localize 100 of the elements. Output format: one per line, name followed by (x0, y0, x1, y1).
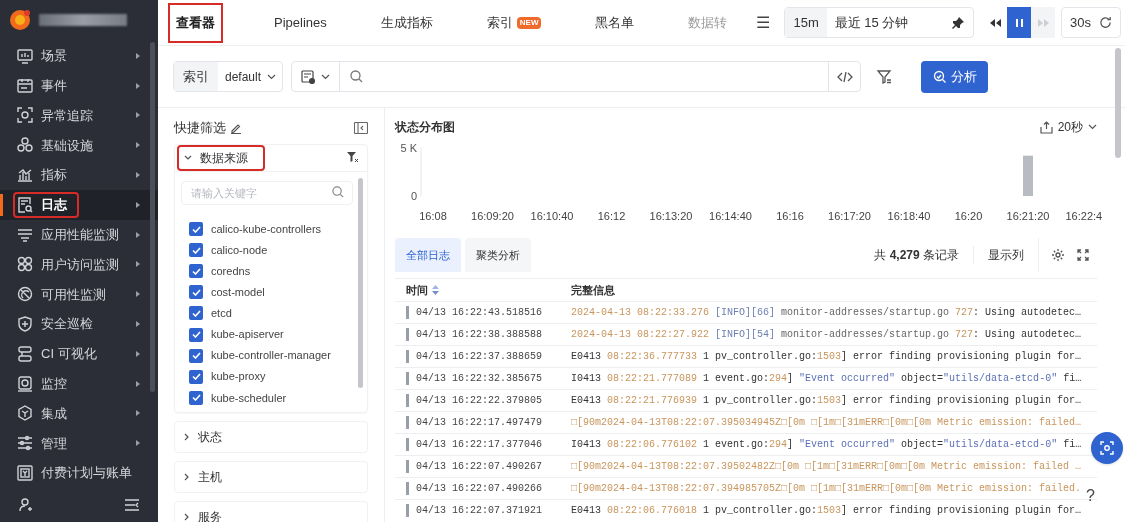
sidebar-item[interactable]: 应用性能监测 (0, 219, 158, 250)
axis-tick-label: 16:12 (597, 210, 626, 222)
checkbox[interactable] (189, 348, 203, 363)
sidebar-item[interactable]: 基础设施 (0, 130, 158, 161)
sidebar-item[interactable]: 安全巡检 (0, 309, 158, 339)
chart-title: 状态分布图 (395, 119, 455, 136)
sidebar-item[interactable]: 集成 (0, 398, 158, 429)
pause-button[interactable] (1007, 7, 1032, 38)
checkbox[interactable] (189, 327, 203, 342)
sidebar-item[interactable]: 场景 (0, 41, 158, 71)
search-field[interactable] (291, 61, 862, 92)
index-label: 索引 (174, 62, 218, 91)
checkbox[interactable] (189, 390, 203, 405)
sidebar-item[interactable]: 管理 (0, 428, 158, 459)
level-indicator (406, 504, 409, 517)
table-cell-text: E0413 08:22:21.776939 1 pv_controller.go:1503] error finding provisioning plugin for… (571, 394, 1082, 408)
table-cell-text: □[90m2024-04-13T08:22:07.39502482Z□[0m □[1m□[31mERR□[0m□[0m Metric emission: failed … (571, 460, 1082, 474)
table-cell-text: 04/13 16:22:07.490266 (416, 482, 544, 496)
tab[interactable]: 黑名单 (587, 0, 643, 45)
scrollbar[interactable] (1115, 48, 1121, 158)
axis-tick-label: 16:16 (776, 210, 804, 222)
calendar-icon (17, 77, 33, 94)
checkbox-label: coredns (211, 264, 251, 279)
checkbox[interactable] (189, 222, 203, 237)
sidebar-item[interactable]: 可用性监测 (0, 279, 158, 310)
filter-group-header[interactable]: 数据来源 (175, 144, 367, 171)
checkbox[interactable] (189, 306, 203, 321)
table-cell-text: I0413 08:22:06.776102 1 event.go:294] "Event occurred" object="utils/data-etcd-0" fi… (571, 438, 1082, 452)
columns-button[interactable]: 显示列 (974, 238, 1039, 272)
logo-icon (9, 9, 31, 31)
sidebar-item[interactable]: 事件 (0, 70, 158, 101)
axis-tick-label: 16:20 (954, 210, 983, 222)
sidebar-item[interactable]: 日志 (0, 190, 158, 220)
fullscreen-icon[interactable] (1077, 249, 1089, 261)
table-cell-text: I0413 08:22:21.777089 1 event.go:294] "Event occurred" object="utils/data-etcd-0" fi… (571, 372, 1082, 386)
refresh-interval: 30s (1070, 13, 1091, 32)
scan-icon (17, 107, 33, 124)
tab[interactable]: 聚类分析 (465, 238, 531, 272)
interval-dropdown[interactable]: 20秒 (1039, 118, 1097, 136)
record-count: 共 4,279 条记录 (874, 246, 974, 264)
analyze-button[interactable]: 分析 (921, 60, 989, 93)
sort-icon[interactable] (432, 285, 439, 295)
floating-action-button[interactable] (1091, 432, 1123, 464)
tab[interactable]: 查看器 (168, 0, 223, 45)
document-icon[interactable] (301, 69, 316, 84)
keyword-field[interactable]: 请输入关键字 (181, 180, 353, 205)
code-icon[interactable] (836, 70, 853, 83)
settings-icon[interactable] (1051, 248, 1065, 262)
tab[interactable]: Pipelines (266, 0, 335, 45)
table-cell-text: 04/13 16:22:17.497479 (416, 416, 544, 430)
sidebar-item[interactable]: CI 可视化 (0, 338, 158, 369)
tab[interactable]: 索引 NEW (478, 0, 550, 45)
menu-icon[interactable] (124, 498, 140, 512)
checkbox[interactable] (189, 243, 203, 258)
clear-filter-icon[interactable] (347, 152, 359, 163)
sidebar-item[interactable]: 指标 (0, 160, 158, 190)
chevron-down-icon[interactable] (321, 73, 331, 80)
refresh-control[interactable]: 30s (1061, 7, 1121, 38)
checkbox-label: calico-kube-controllers (211, 221, 322, 237)
checkbox-label: cost-model (211, 285, 265, 301)
level-indicator (406, 328, 409, 341)
scrollbar[interactable] (358, 177, 363, 388)
checkbox[interactable] (189, 369, 203, 384)
collapse-panel-icon[interactable] (354, 121, 368, 134)
help-icon[interactable]: ? (1086, 484, 1095, 508)
table-cell-text: 04/13 16:22:22.379805 (416, 394, 544, 408)
checkbox[interactable] (189, 285, 203, 300)
scrollbar[interactable] (150, 42, 155, 392)
lines-icon (17, 226, 33, 243)
axis-tick-label: 16:08 (419, 210, 447, 222)
sidebar-item[interactable]: 用户访问监测 (0, 249, 158, 280)
tab[interactable]: 生成指标 (372, 0, 441, 45)
column-header: 时间 (406, 282, 428, 298)
index-value: default (224, 68, 262, 86)
sidebar-item[interactable]: 付费计划与账单 (0, 458, 158, 488)
checkbox[interactable] (189, 264, 203, 279)
index-selector[interactable]: 索引 default (173, 61, 284, 92)
sidebar-item[interactable]: 异常追踪 (0, 100, 158, 131)
menu-icon[interactable]: ☰ (756, 10, 771, 35)
chevron-down-icon (184, 154, 192, 161)
refresh-icon[interactable] (1099, 16, 1112, 29)
add-user-icon[interactable] (18, 497, 34, 513)
chevron-right-icon (184, 513, 190, 522)
axis-tick-label: 16:17:20 (828, 210, 871, 222)
receipt-icon (17, 465, 33, 482)
sidebar-item[interactable]: 监控 (0, 368, 158, 399)
rewind-icon (988, 17, 1002, 28)
table-cell-text: 04/13 16:22:37.388659 (416, 350, 544, 364)
checkbox-label: kube-proxy (211, 369, 266, 385)
axis-tick-label: 16:18:40 (887, 210, 931, 222)
fast-forward-icon (1036, 17, 1050, 28)
time-range-label: 最近 15 分钟 (833, 13, 910, 32)
search-icon (350, 70, 364, 83)
tab[interactable]: 全部日志 (395, 238, 461, 272)
time-range-picker[interactable]: 15m 最近 15 分钟 (784, 7, 975, 38)
level-indicator (406, 350, 409, 363)
pin-icon[interactable] (951, 15, 966, 30)
checkbox-label: kube-controller-manager (211, 348, 331, 364)
filter-icon[interactable] (876, 69, 892, 84)
export-icon[interactable] (1039, 120, 1053, 134)
